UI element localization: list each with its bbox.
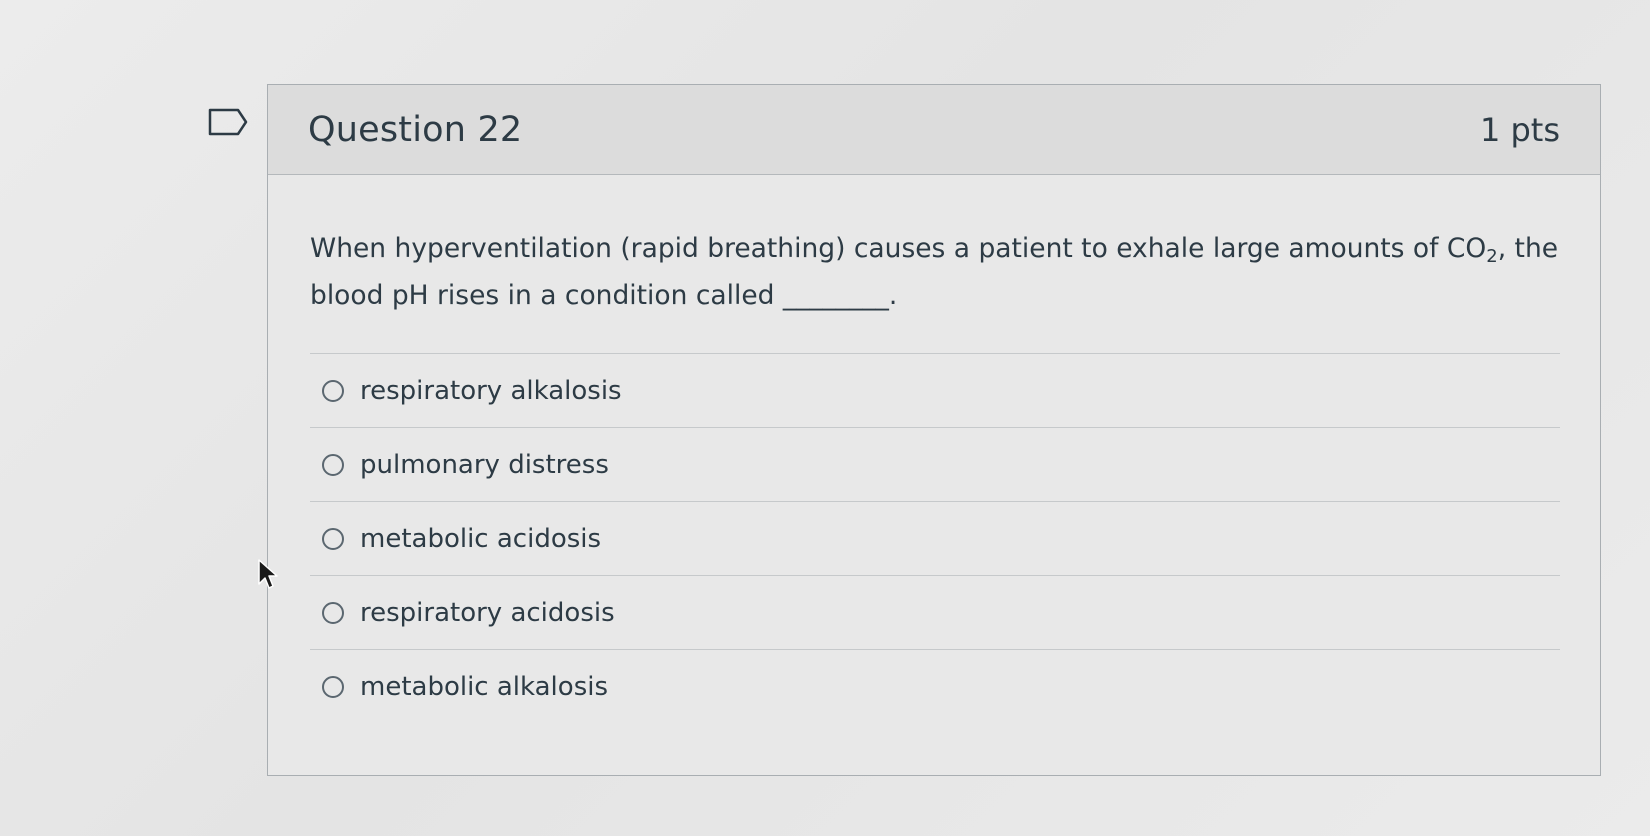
answer-label: pulmonary distress bbox=[360, 449, 609, 480]
answer-option[interactable]: metabolic acidosis bbox=[310, 502, 1560, 576]
answer-label: metabolic alkalosis bbox=[360, 671, 609, 702]
radio-button[interactable] bbox=[322, 453, 344, 476]
answer-label: respiratory acidosis bbox=[360, 597, 615, 628]
answer-list: respiratory alkalosis pulmonary distress… bbox=[310, 353, 1560, 723]
answer-label: respiratory alkalosis bbox=[360, 375, 622, 406]
question-points: 1 pts bbox=[1479, 110, 1560, 149]
radio-button[interactable] bbox=[322, 527, 344, 550]
answer-option[interactable]: pulmonary distress bbox=[310, 428, 1560, 502]
question-card: Question 22 1 pts When hyperventilation … bbox=[267, 84, 1601, 776]
question-text-subscript: 2 bbox=[1486, 246, 1498, 267]
answer-option[interactable]: respiratory alkalosis bbox=[310, 354, 1560, 428]
question-title: Question 22 bbox=[308, 109, 523, 150]
radio-button[interactable] bbox=[322, 379, 344, 402]
radio-button[interactable] bbox=[322, 601, 344, 624]
radio-button[interactable] bbox=[322, 675, 344, 698]
answer-option[interactable]: metabolic alkalosis bbox=[310, 650, 1560, 723]
question-text: When hyperventilation (rapid breathing) … bbox=[310, 225, 1560, 319]
question-text-before: When hyperventilation (rapid breathing) … bbox=[310, 233, 1487, 264]
question-header: Question 22 1 pts bbox=[268, 85, 1600, 175]
answer-option[interactable]: respiratory acidosis bbox=[310, 576, 1560, 650]
mouse-pointer-icon bbox=[257, 558, 279, 592]
question-body: When hyperventilation (rapid breathing) … bbox=[268, 175, 1600, 723]
answer-label: metabolic acidosis bbox=[360, 523, 602, 554]
bookmark-flag-icon[interactable] bbox=[208, 108, 248, 136]
